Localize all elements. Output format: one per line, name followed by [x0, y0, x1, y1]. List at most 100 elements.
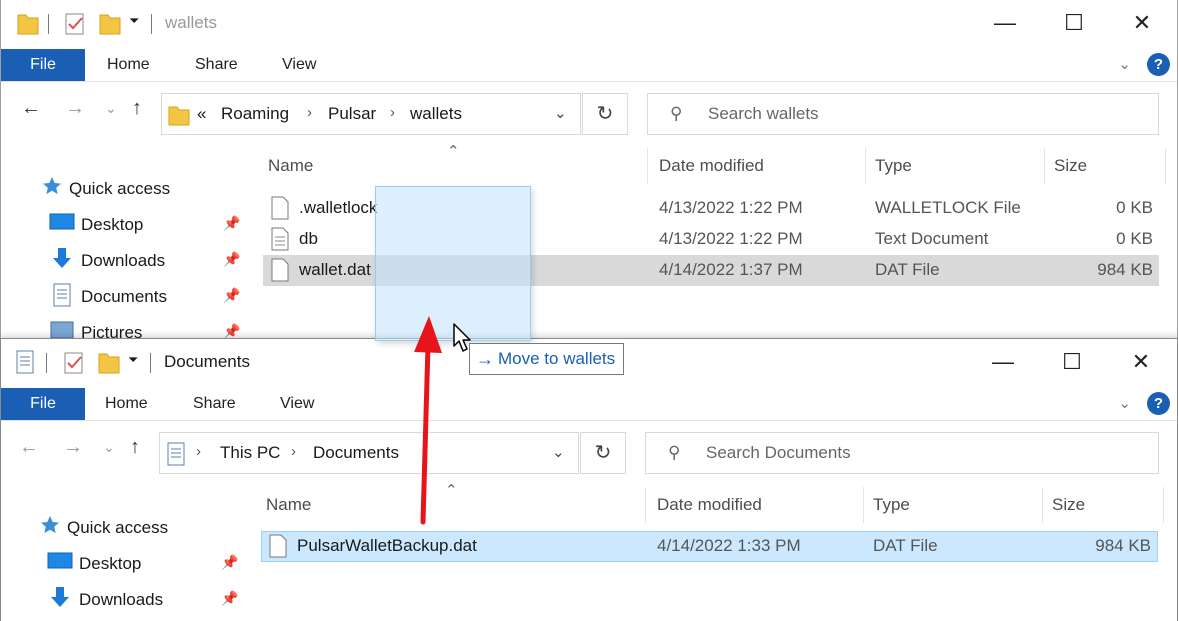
breadcrumb-documents[interactable]: Documents — [313, 443, 399, 463]
breadcrumb-roaming[interactable]: Roaming — [221, 104, 289, 124]
back-button[interactable]: ← — [19, 436, 39, 459]
search-input[interactable]: Search Documents — [706, 443, 851, 463]
customize-qat-icon[interactable]: ⏷ — [128, 352, 138, 368]
desktop-icon — [49, 211, 75, 238]
mouse-cursor-icon — [453, 323, 471, 352]
maximize-button[interactable]: ☐ — [1049, 345, 1095, 379]
chevron-down-icon[interactable]: ⌄ — [552, 443, 565, 461]
file-name: PulsarWalletBackup.dat — [297, 536, 477, 555]
navigation-bar: ← → ⌄ ↑ › This PC › Documents ⌄ ↻ ⚲ Sear… — [1, 421, 1177, 477]
tab-share[interactable]: Share — [193, 388, 236, 420]
pin-icon[interactable]: 📌 — [223, 287, 240, 304]
download-icon — [49, 247, 75, 276]
back-button[interactable]: ← — [21, 97, 41, 120]
column-type[interactable]: Type — [875, 156, 912, 176]
expand-ribbon-icon[interactable]: ⌄ — [1118, 55, 1131, 73]
file-date: 4/13/2022 1:22 PM — [659, 198, 803, 217]
desktop-icon — [47, 550, 73, 577]
column-headers: ⌃ Name Date modified Type Size — [239, 482, 1169, 527]
minimize-button[interactable]: — — [980, 345, 1026, 379]
window-title: wallets — [165, 13, 217, 32]
search-box[interactable]: ⚲ Search wallets — [647, 93, 1159, 135]
help-icon[interactable]: ? — [1147, 53, 1170, 76]
customize-qat-icon[interactable]: ⏷ — [129, 13, 139, 29]
file-type: DAT File — [873, 536, 938, 555]
column-type[interactable]: Type — [873, 495, 910, 515]
nav-quick-access[interactable]: Quick access — [39, 514, 239, 544]
nav-documents[interactable]: Documents 📌 — [49, 283, 241, 313]
breadcrumb-this-pc[interactable]: This PC — [220, 443, 280, 463]
address-bar[interactable]: › This PC › Documents ⌄ — [159, 432, 579, 474]
column-date-modified[interactable]: Date modified — [657, 495, 762, 515]
tab-file[interactable]: File — [1, 49, 85, 81]
search-icon: ⚲ — [668, 443, 681, 462]
breadcrumb-pulsar[interactable]: Pulsar — [328, 104, 376, 124]
tab-share[interactable]: Share — [195, 49, 238, 81]
new-folder-icon[interactable] — [99, 11, 121, 40]
expand-ribbon-icon[interactable]: ⌄ — [1118, 394, 1131, 412]
document-icon — [49, 283, 75, 312]
tab-home[interactable]: Home — [107, 49, 150, 81]
close-button[interactable]: ✕ — [1118, 345, 1164, 379]
forward-button[interactable]: → — [65, 97, 85, 120]
document-icon[interactable] — [15, 350, 35, 379]
pin-icon[interactable]: 📌 — [223, 251, 240, 268]
file-size: 984 KB — [1095, 536, 1151, 555]
up-button[interactable]: ↑ — [132, 97, 142, 120]
folder-icon[interactable] — [17, 11, 39, 40]
up-button[interactable]: ↑ — [130, 436, 140, 459]
file-icon — [269, 534, 287, 563]
chevron-right-icon[interactable]: › — [390, 104, 395, 121]
file-size: 0 KB — [1116, 198, 1153, 217]
tab-home[interactable]: Home — [105, 388, 148, 420]
nav-pictures[interactable]: Pictures 📌 — [49, 319, 241, 340]
chevron-right-icon[interactable]: › — [196, 443, 201, 460]
drag-tooltip: → Move to wallets — [469, 343, 625, 375]
refresh-button[interactable]: ↻ — [582, 93, 628, 135]
search-input[interactable]: Search wallets — [708, 104, 819, 124]
file-row-pulsar-wallet-backup[interactable]: PulsarWalletBackup.dat 4/14/2022 1:33 PM… — [261, 531, 1158, 562]
new-folder-icon[interactable] — [98, 350, 120, 379]
nav-downloads[interactable]: Downloads 📌 — [47, 586, 239, 616]
arrow-right-icon: → — [476, 349, 494, 369]
refresh-button[interactable]: ↻ — [580, 432, 626, 474]
properties-icon[interactable] — [64, 12, 86, 41]
help-icon[interactable]: ? — [1147, 392, 1170, 415]
breadcrumb-wallets[interactable]: wallets — [410, 104, 462, 124]
address-bar[interactable]: « Roaming › Pulsar › wallets ⌄ — [161, 93, 581, 135]
pin-icon[interactable]: 📌 — [221, 554, 238, 571]
pin-icon[interactable]: 📌 — [221, 590, 238, 607]
documents-window: ⏷ Documents — ☐ ✕ File Home Share View ⌄… — [0, 338, 1178, 621]
window-title: Documents — [164, 352, 250, 371]
tab-view[interactable]: View — [282, 49, 316, 81]
chevron-down-icon[interactable]: ⌄ — [554, 104, 567, 122]
nav-desktop[interactable]: Desktop 📌 — [49, 211, 241, 241]
recent-locations-icon[interactable]: ⌄ — [105, 100, 117, 117]
nav-downloads[interactable]: Downloads 📌 — [49, 247, 241, 277]
file-name: wallet.dat — [299, 260, 371, 279]
tab-file[interactable]: File — [1, 388, 85, 420]
column-size[interactable]: Size — [1052, 495, 1085, 515]
search-box[interactable]: ⚲ Search Documents — [645, 432, 1159, 474]
chevron-right-icon[interactable]: › — [291, 443, 296, 460]
properties-icon[interactable] — [63, 351, 85, 380]
title-bar: ⏷ wallets — ☐ ✕ — [1, 0, 1177, 48]
pictures-icon — [49, 319, 75, 340]
column-name[interactable]: Name — [268, 156, 313, 176]
breadcrumb-overflow[interactable]: « — [197, 104, 206, 124]
column-date-modified[interactable]: Date modified — [659, 156, 764, 176]
nav-quick-access[interactable]: Quick access — [41, 175, 241, 205]
nav-desktop[interactable]: Desktop 📌 — [47, 550, 239, 580]
recent-locations-icon[interactable]: ⌄ — [103, 439, 115, 456]
column-name[interactable]: Name — [266, 495, 311, 515]
chevron-right-icon[interactable]: › — [307, 104, 312, 121]
forward-button[interactable]: → — [63, 436, 83, 459]
tab-view[interactable]: View — [280, 388, 314, 420]
folder-icon — [168, 104, 190, 131]
close-button[interactable]: ✕ — [1119, 6, 1165, 40]
column-size[interactable]: Size — [1054, 156, 1087, 176]
pin-icon[interactable]: 📌 — [223, 215, 240, 232]
wallets-window: ⏷ wallets — ☐ ✕ File Home Share View ⌄ ?… — [0, 0, 1178, 340]
maximize-button[interactable]: ☐ — [1051, 6, 1097, 40]
minimize-button[interactable]: — — [982, 6, 1028, 40]
